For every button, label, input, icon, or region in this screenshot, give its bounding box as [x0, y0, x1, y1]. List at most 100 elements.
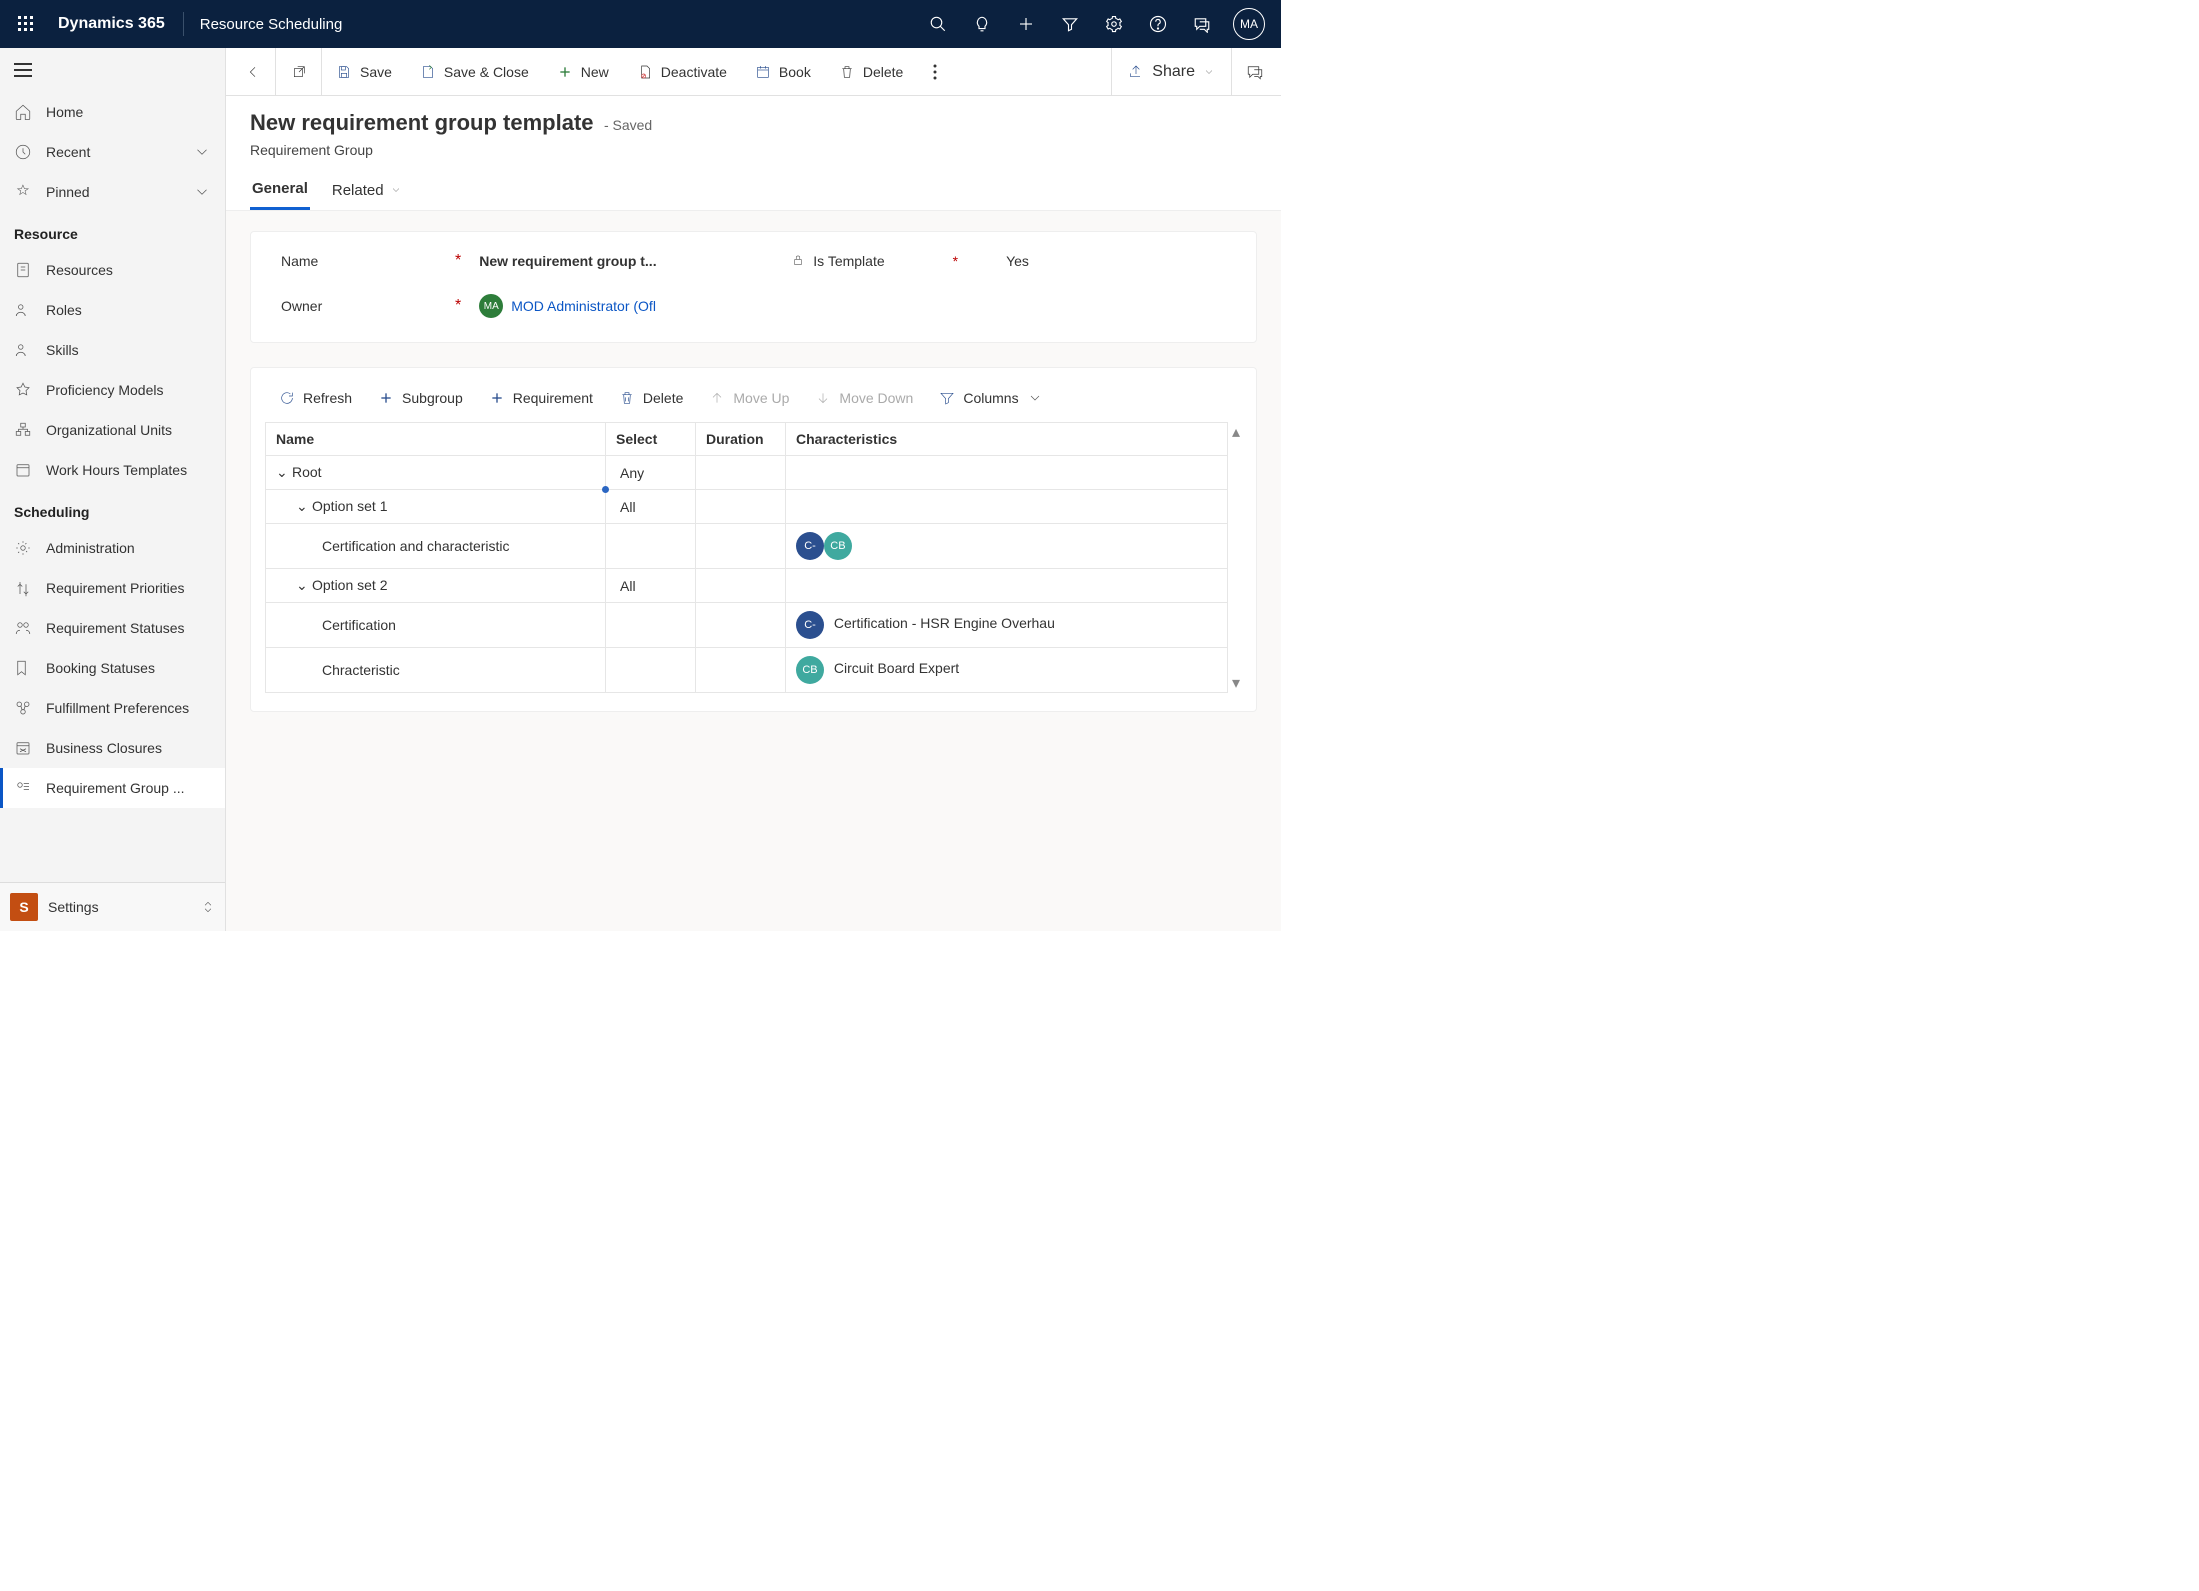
- tab-related[interactable]: Related: [330, 180, 404, 210]
- cell[interactable]: [696, 648, 786, 693]
- settings-gear-icon[interactable]: [1093, 0, 1135, 48]
- grid-delete-button[interactable]: Delete: [609, 384, 693, 412]
- filter-icon[interactable]: [1049, 0, 1091, 48]
- collapse-nav-button[interactable]: [0, 48, 225, 92]
- app-launcher-icon[interactable]: [8, 6, 44, 42]
- chat-icon[interactable]: [1181, 0, 1223, 48]
- nav-req-priorities[interactable]: Requirement Priorities: [0, 568, 225, 608]
- global-header: Dynamics 365 Resource Scheduling MA: [0, 0, 1281, 48]
- tab-general[interactable]: General: [250, 180, 310, 210]
- requirement-button[interactable]: Requirement: [479, 384, 603, 412]
- nav-pinned[interactable]: Pinned: [0, 172, 225, 212]
- save-button[interactable]: Save: [322, 48, 406, 96]
- cell-cert-name[interactable]: Certification: [266, 603, 606, 648]
- nav-business-closures[interactable]: Business Closures: [0, 728, 225, 768]
- cell-opt1-select[interactable]: All: [606, 490, 696, 524]
- nav-req-statuses[interactable]: Requirement Statuses: [0, 608, 225, 648]
- col-select[interactable]: Select: [606, 423, 696, 456]
- nav-booking-statuses[interactable]: Booking Statuses: [0, 648, 225, 688]
- cell[interactable]: [606, 648, 696, 693]
- add-icon[interactable]: [1005, 0, 1047, 48]
- cell-cert-char[interactable]: C- Certification - HSR Engine Overhau: [786, 603, 1228, 648]
- user-avatar[interactable]: MA: [1233, 8, 1265, 40]
- assistant-icon[interactable]: [1231, 48, 1277, 96]
- col-characteristics[interactable]: Characteristics: [786, 423, 1228, 456]
- nav-skills[interactable]: Skills: [0, 330, 225, 370]
- name-field[interactable]: New requirement group t...: [479, 253, 699, 269]
- cell[interactable]: [786, 490, 1228, 524]
- refresh-button[interactable]: Refresh: [269, 384, 362, 412]
- cell[interactable]: [606, 524, 696, 569]
- nav-roles[interactable]: Roles: [0, 290, 225, 330]
- scroll-down-icon[interactable]: ▾: [1232, 673, 1240, 693]
- istemplate-value[interactable]: Yes: [1006, 253, 1029, 269]
- cell-root-select[interactable]: Any: [606, 456, 696, 490]
- nav-proficiency[interactable]: Proficiency Models: [0, 370, 225, 410]
- moveup-button[interactable]: Move Up: [699, 384, 799, 412]
- nav-administration[interactable]: Administration: [0, 528, 225, 568]
- more-commands-button[interactable]: [917, 48, 953, 96]
- table-row[interactable]: Certification C- Certification - HSR Eng…: [266, 603, 1228, 648]
- cell[interactable]: [696, 569, 786, 603]
- cell-certchar-char[interactable]: C- CB: [786, 524, 1228, 569]
- cell-opt2-name[interactable]: ⌄Option set 2: [266, 569, 606, 603]
- updown-icon: [201, 898, 215, 916]
- chevron-down-icon[interactable]: ⌄: [296, 498, 308, 515]
- share-button[interactable]: Share: [1111, 48, 1231, 96]
- cell-opt2-select[interactable]: All: [606, 569, 696, 603]
- nav-home[interactable]: Home: [0, 92, 225, 132]
- char-badge[interactable]: CB: [824, 532, 852, 560]
- table-row[interactable]: ⌄Option set 2 All: [266, 569, 1228, 603]
- table-row[interactable]: Chracteristic CB Circuit Board Expert: [266, 648, 1228, 693]
- deactivate-button[interactable]: Deactivate: [623, 48, 741, 96]
- subgroup-button[interactable]: Subgroup: [368, 384, 473, 412]
- brand-name[interactable]: Dynamics 365: [44, 15, 179, 33]
- table-row[interactable]: ⌄Root Any: [266, 456, 1228, 490]
- search-icon[interactable]: [917, 0, 959, 48]
- chevron-down-icon[interactable]: ⌄: [296, 577, 308, 594]
- grid-scrollbar[interactable]: ▴ ▾: [1230, 422, 1242, 693]
- movedown-button[interactable]: Move Down: [805, 384, 923, 412]
- form-card: Name * New requirement group t... Is Tem…: [250, 231, 1257, 343]
- new-button[interactable]: New: [543, 48, 623, 96]
- cell[interactable]: [696, 456, 786, 490]
- owner-link[interactable]: MOD Administrator (Ofl: [511, 298, 656, 314]
- cell[interactable]: [696, 603, 786, 648]
- module-name[interactable]: Resource Scheduling: [188, 16, 343, 33]
- cell[interactable]: [696, 524, 786, 569]
- char-badge[interactable]: C-: [796, 611, 824, 639]
- app-switcher[interactable]: S Settings: [0, 883, 225, 931]
- nav-recent[interactable]: Recent: [0, 132, 225, 172]
- help-icon[interactable]: [1137, 0, 1179, 48]
- book-button[interactable]: Book: [741, 48, 825, 96]
- cell-certchar-name[interactable]: Certification and characteristic: [266, 524, 606, 569]
- char-badge[interactable]: CB: [796, 656, 824, 684]
- nav-requirement-group[interactable]: Requirement Group ...: [0, 768, 225, 808]
- nav-work-hours[interactable]: Work Hours Templates: [0, 450, 225, 490]
- col-name[interactable]: Name: [266, 423, 606, 456]
- save-close-button[interactable]: Save & Close: [406, 48, 543, 96]
- char-badge[interactable]: C-: [796, 532, 824, 560]
- table-row[interactable]: ⌄Option set 1 All: [266, 490, 1228, 524]
- chevron-down-icon[interactable]: ⌄: [276, 464, 288, 481]
- back-button[interactable]: [230, 48, 276, 96]
- cell-charac-char[interactable]: CB Circuit Board Expert: [786, 648, 1228, 693]
- col-duration[interactable]: Duration: [696, 423, 786, 456]
- cell[interactable]: [786, 456, 1228, 490]
- cell-opt1-name[interactable]: ⌄Option set 1: [266, 490, 606, 524]
- table-row[interactable]: Certification and characteristic C- CB: [266, 524, 1228, 569]
- columns-button[interactable]: Columns: [929, 384, 1052, 412]
- nav-fulfillment[interactable]: Fulfillment Preferences: [0, 688, 225, 728]
- cell[interactable]: [786, 569, 1228, 603]
- owner-field[interactable]: MA MOD Administrator (Ofl: [479, 294, 1226, 318]
- lightbulb-icon[interactable]: [961, 0, 1003, 48]
- cell[interactable]: [606, 603, 696, 648]
- cell-charac-name[interactable]: Chracteristic: [266, 648, 606, 693]
- cell-root-name[interactable]: ⌄Root: [266, 456, 606, 490]
- nav-org-units[interactable]: Organizational Units: [0, 410, 225, 450]
- cell[interactable]: [696, 490, 786, 524]
- scroll-up-icon[interactable]: ▴: [1232, 422, 1240, 442]
- popout-button[interactable]: [276, 48, 322, 96]
- nav-resources[interactable]: Resources: [0, 250, 225, 290]
- delete-button[interactable]: Delete: [825, 48, 917, 96]
